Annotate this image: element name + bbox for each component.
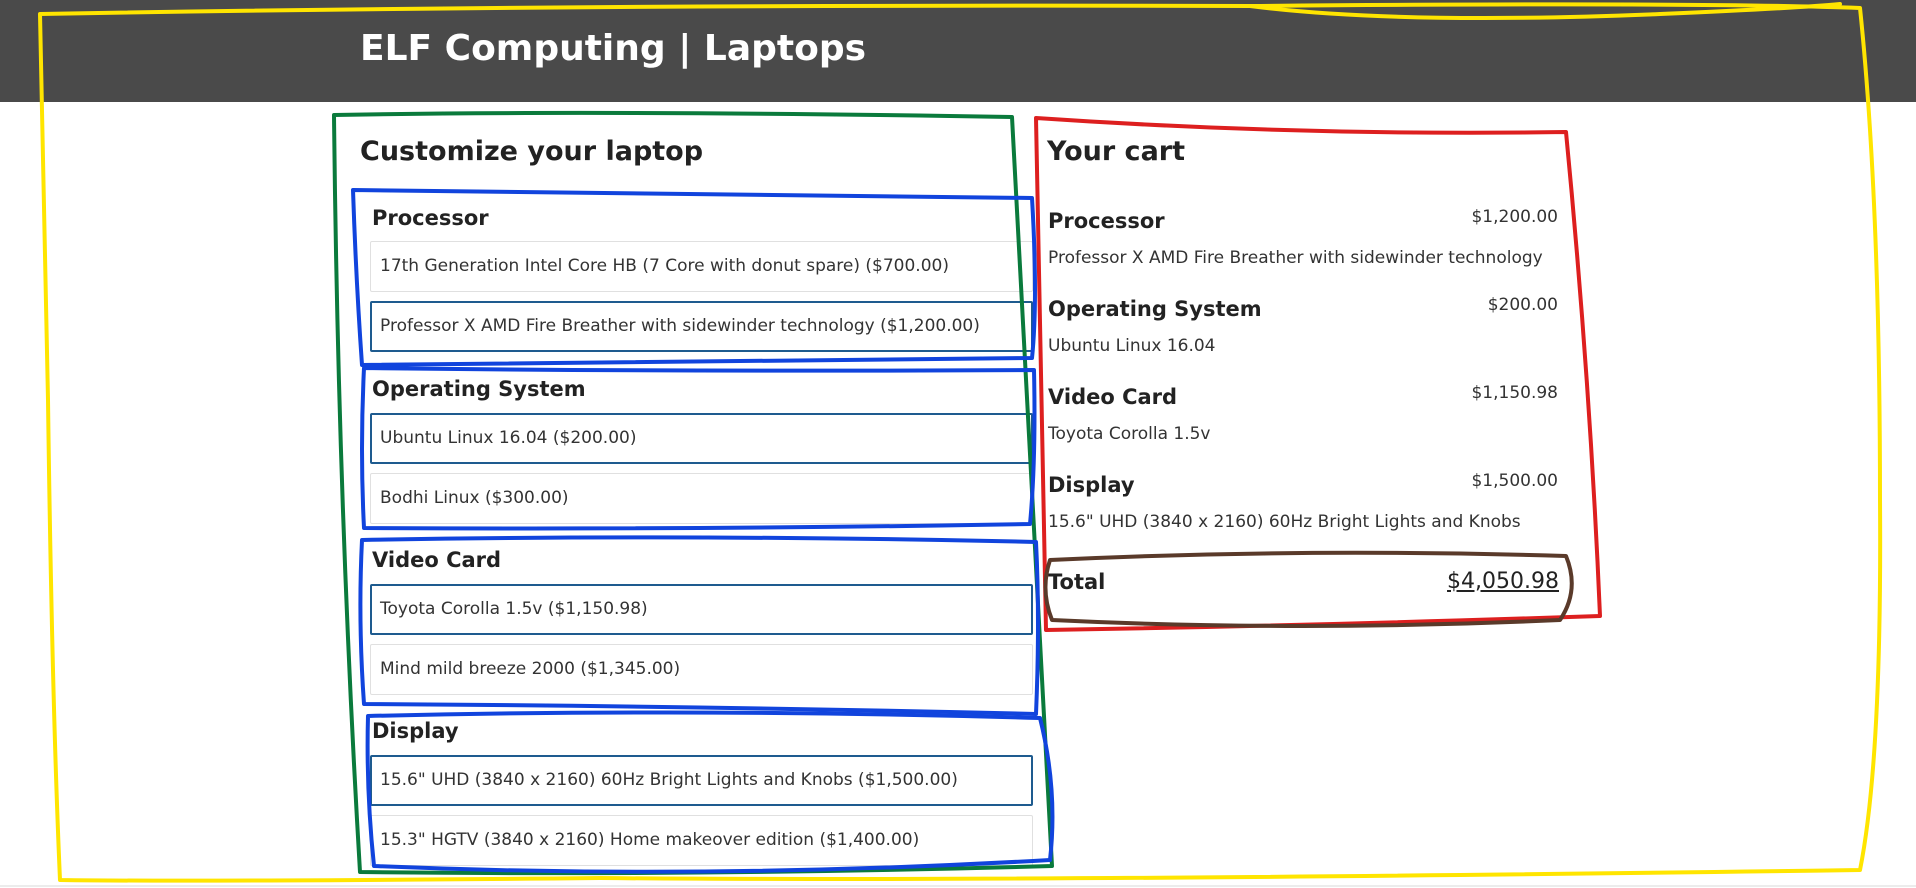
- cart-item-price: $200.00: [1487, 295, 1558, 315]
- option-processor-intel[interactable]: 17th Generation Intel Core HB (7 Core wi…: [370, 241, 1033, 292]
- app-header: ELF Computing | Laptops: [0, 0, 1916, 102]
- cart-total-label: Total: [1048, 570, 1106, 594]
- cart-total-value: $4,050.98: [1447, 569, 1559, 594]
- group-label-display: Display: [372, 719, 459, 743]
- cart-item-desc: Ubuntu Linux 16.04: [1048, 336, 1216, 356]
- option-os-ubuntu[interactable]: Ubuntu Linux 16.04 ($200.00): [370, 413, 1033, 464]
- option-display-hgtv-15-3[interactable]: 15.3" HGTV (3840 x 2160) Home makeover e…: [370, 815, 1033, 866]
- cart-item-name: Processor: [1048, 209, 1165, 233]
- option-video-mind-mild[interactable]: Mind mild breeze 2000 ($1,345.00): [370, 644, 1033, 695]
- cart-item-price: $1,150.98: [1471, 383, 1558, 403]
- option-display-uhd-15-6[interactable]: 15.6" UHD (3840 x 2160) 60Hz Bright Ligh…: [370, 755, 1033, 806]
- cart-item-desc: 15.6" UHD (3840 x 2160) 60Hz Bright Ligh…: [1048, 512, 1521, 532]
- cart-item-desc: Professor X AMD Fire Breather with sidew…: [1048, 248, 1543, 268]
- cart-item-name: Display: [1048, 473, 1135, 497]
- group-label-operating-system: Operating System: [372, 377, 586, 401]
- cart-item-name: Video Card: [1048, 385, 1178, 409]
- option-video-toyota[interactable]: Toyota Corolla 1.5v ($1,150.98): [370, 584, 1033, 635]
- option-os-bodhi[interactable]: Bodhi Linux ($300.00): [370, 473, 1033, 524]
- cart-item-price: $1,500.00: [1471, 471, 1558, 491]
- group-label-processor: Processor: [372, 206, 489, 230]
- cart-title: Your cart: [1047, 136, 1186, 167]
- annotation-red-outline: [1034, 116, 1602, 632]
- cart-item-price: $1,200.00: [1471, 207, 1558, 227]
- app-title: ELF Computing | Laptops: [360, 28, 867, 69]
- group-label-video-card: Video Card: [372, 548, 502, 572]
- customize-title: Customize your laptop: [360, 136, 704, 167]
- option-processor-amd[interactable]: Professor X AMD Fire Breather with sidew…: [370, 301, 1033, 352]
- page-bottom-divider: [0, 885, 1916, 887]
- cart-item-desc: Toyota Corolla 1.5v: [1048, 424, 1211, 444]
- cart-item-name: Operating System: [1048, 297, 1262, 321]
